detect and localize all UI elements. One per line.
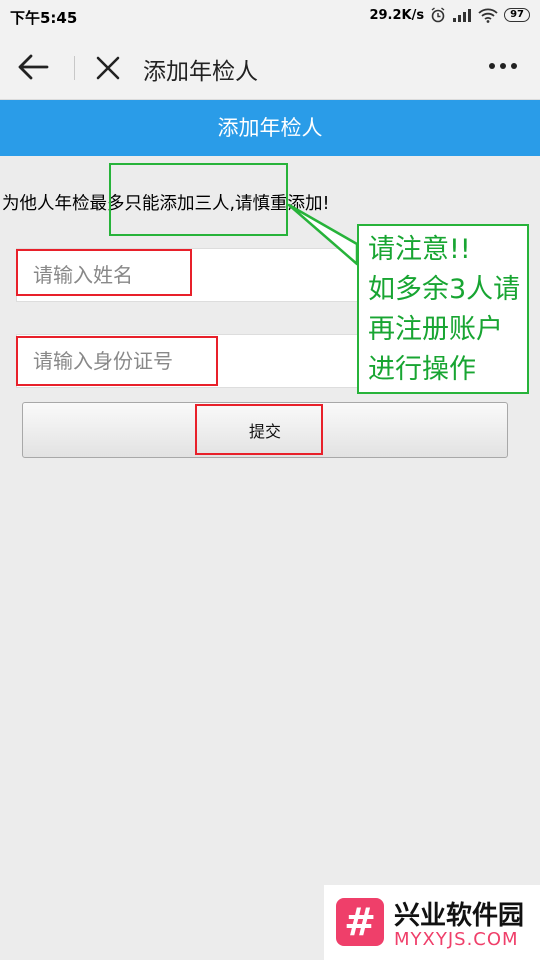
alarm-icon [431,7,445,23]
nav-divider [74,56,75,80]
network-speed: 29.2K/s [369,7,425,23]
watermark-name: 兴业软件园 [394,901,525,931]
callout-line: 进行操作 [368,354,476,385]
notice-text: 为他人年检最多只能添加三人,请慎重添加! [2,194,330,214]
callout-line: 再注册账户 [368,314,503,345]
status-time: 下午5:45 [10,9,78,27]
page-title: 添加年检人 [0,100,540,156]
status-bar: 下午5:45 29.2K/s 97 [0,0,540,34]
watermark-logo: # [336,898,384,946]
wifi-icon [478,8,498,23]
nav-bar: 添加年检人 [0,34,540,100]
close-icon[interactable] [94,54,122,82]
callout-line: 如多余3人请 [368,274,521,305]
battery-level: 97 [504,8,530,22]
watermark: # 兴业软件园 MYXYJS.COM [324,885,540,960]
watermark-url: MYXYJS.COM [394,929,519,950]
signal-icon [453,9,472,22]
more-options-icon[interactable] [488,54,518,78]
nav-title: 添加年检人 [143,59,258,85]
notice-callout: 请注意!! 如多余3人请 再注册账户 进行操作 [357,224,529,394]
submit-button[interactable]: 提交 [22,402,508,458]
status-icons: 29.2K/s 97 [369,7,530,23]
back-arrow-icon[interactable] [16,52,50,82]
callout-line: 请注意!! [368,234,471,265]
